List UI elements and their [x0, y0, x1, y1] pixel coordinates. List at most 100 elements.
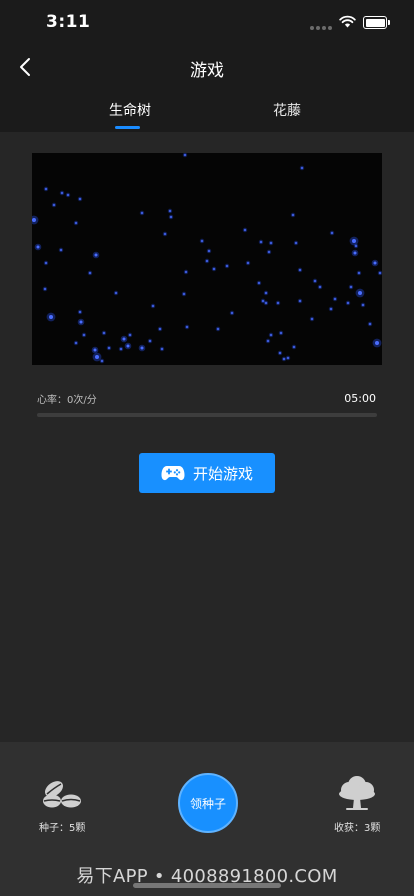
- particle: [350, 286, 352, 288]
- particle: [183, 293, 185, 295]
- particle: [184, 154, 186, 156]
- particle: [287, 357, 289, 359]
- game-canvas: [32, 153, 382, 365]
- harvest-count: 收获：3颗: [334, 823, 381, 834]
- wifi-icon: [339, 15, 356, 28]
- nav-bar: 游戏: [0, 44, 414, 90]
- particle: [352, 239, 356, 243]
- particle: [75, 342, 77, 344]
- particle: [79, 311, 81, 313]
- particle: [32, 218, 36, 222]
- particle: [362, 304, 364, 306]
- cellular-signal-icon: [310, 26, 332, 30]
- game-timer: 05:00: [344, 392, 376, 405]
- particle: [61, 192, 63, 194]
- particle: [319, 286, 321, 288]
- progress-bar: [37, 413, 377, 417]
- particle: [120, 348, 122, 350]
- particle: [355, 245, 357, 247]
- particle: [45, 188, 47, 190]
- particle: [379, 272, 381, 274]
- tab-life-tree[interactable]: 生命树: [109, 100, 151, 120]
- particle-field: [32, 153, 382, 364]
- tab-flower-vine[interactable]: 花藤: [273, 100, 301, 120]
- particle: [79, 198, 81, 200]
- start-game-button[interactable]: 开始游戏: [139, 453, 275, 493]
- particle: [279, 352, 281, 354]
- particle: [283, 358, 285, 360]
- particle: [95, 355, 99, 359]
- claim-seeds-label: 领种子: [189, 796, 226, 811]
- particle: [152, 305, 154, 307]
- particle: [83, 334, 85, 336]
- particle: [265, 302, 267, 304]
- active-tab-indicator: [115, 126, 140, 129]
- particle: [375, 341, 379, 345]
- particle: [170, 216, 172, 218]
- particle: [262, 300, 264, 302]
- particle: [44, 288, 46, 290]
- particle: [226, 265, 228, 267]
- particle: [267, 340, 269, 342]
- particle: [79, 320, 83, 324]
- particle: [299, 300, 301, 302]
- heart-rate-value: 0次/分: [67, 395, 97, 406]
- tree-icon: [339, 776, 375, 810]
- particle: [353, 251, 357, 255]
- particle: [103, 332, 105, 334]
- particle: [213, 268, 215, 270]
- heart-rate-label: 心率：: [37, 395, 67, 406]
- particle: [295, 242, 297, 244]
- particle: [161, 348, 163, 350]
- particle: [369, 323, 371, 325]
- particle: [129, 334, 131, 336]
- particle: [314, 280, 316, 282]
- particle: [185, 271, 187, 273]
- particle: [67, 194, 69, 196]
- home-indicator[interactable]: [133, 883, 281, 888]
- particle: [93, 348, 97, 352]
- particle: [260, 241, 262, 243]
- particle: [45, 262, 47, 264]
- heart-rate: 心率：0次/分: [37, 391, 97, 406]
- particle: [141, 212, 143, 214]
- particle: [231, 312, 233, 314]
- battery-icon: [363, 16, 390, 29]
- particle: [126, 344, 130, 348]
- particle: [293, 346, 295, 348]
- particle: [206, 260, 208, 262]
- particle: [53, 204, 55, 206]
- bottom-panel: 种子：5颗 领种子 收获：3颗 易下APP • 4008891800.COM: [0, 742, 414, 896]
- particle: [280, 332, 282, 334]
- particle: [169, 210, 171, 212]
- gamepad-icon: [161, 466, 185, 481]
- particle: [247, 262, 249, 264]
- particle: [347, 302, 349, 304]
- particle: [358, 291, 362, 295]
- particle: [208, 250, 210, 252]
- particle: [311, 318, 313, 320]
- particle: [358, 272, 360, 274]
- particle: [36, 245, 40, 249]
- particle: [49, 315, 53, 319]
- particle: [258, 282, 260, 284]
- game-panel: 心率：0次/分 05:00 开始游戏: [0, 132, 414, 742]
- claim-seeds-button[interactable]: 领种子: [178, 773, 238, 833]
- particle: [331, 232, 333, 234]
- particle: [270, 334, 272, 336]
- start-game-label: 开始游戏: [192, 464, 253, 483]
- particle: [277, 302, 279, 304]
- particle: [270, 242, 272, 244]
- page-title: 游戏: [190, 61, 224, 81]
- particle: [201, 240, 203, 242]
- particle: [164, 233, 166, 235]
- particle: [149, 340, 151, 342]
- particle: [75, 222, 77, 224]
- particle: [89, 272, 91, 274]
- particle: [122, 337, 126, 341]
- particle: [94, 253, 98, 257]
- particle: [330, 308, 332, 310]
- particle: [108, 347, 110, 349]
- particle: [217, 328, 219, 330]
- particle: [292, 214, 294, 216]
